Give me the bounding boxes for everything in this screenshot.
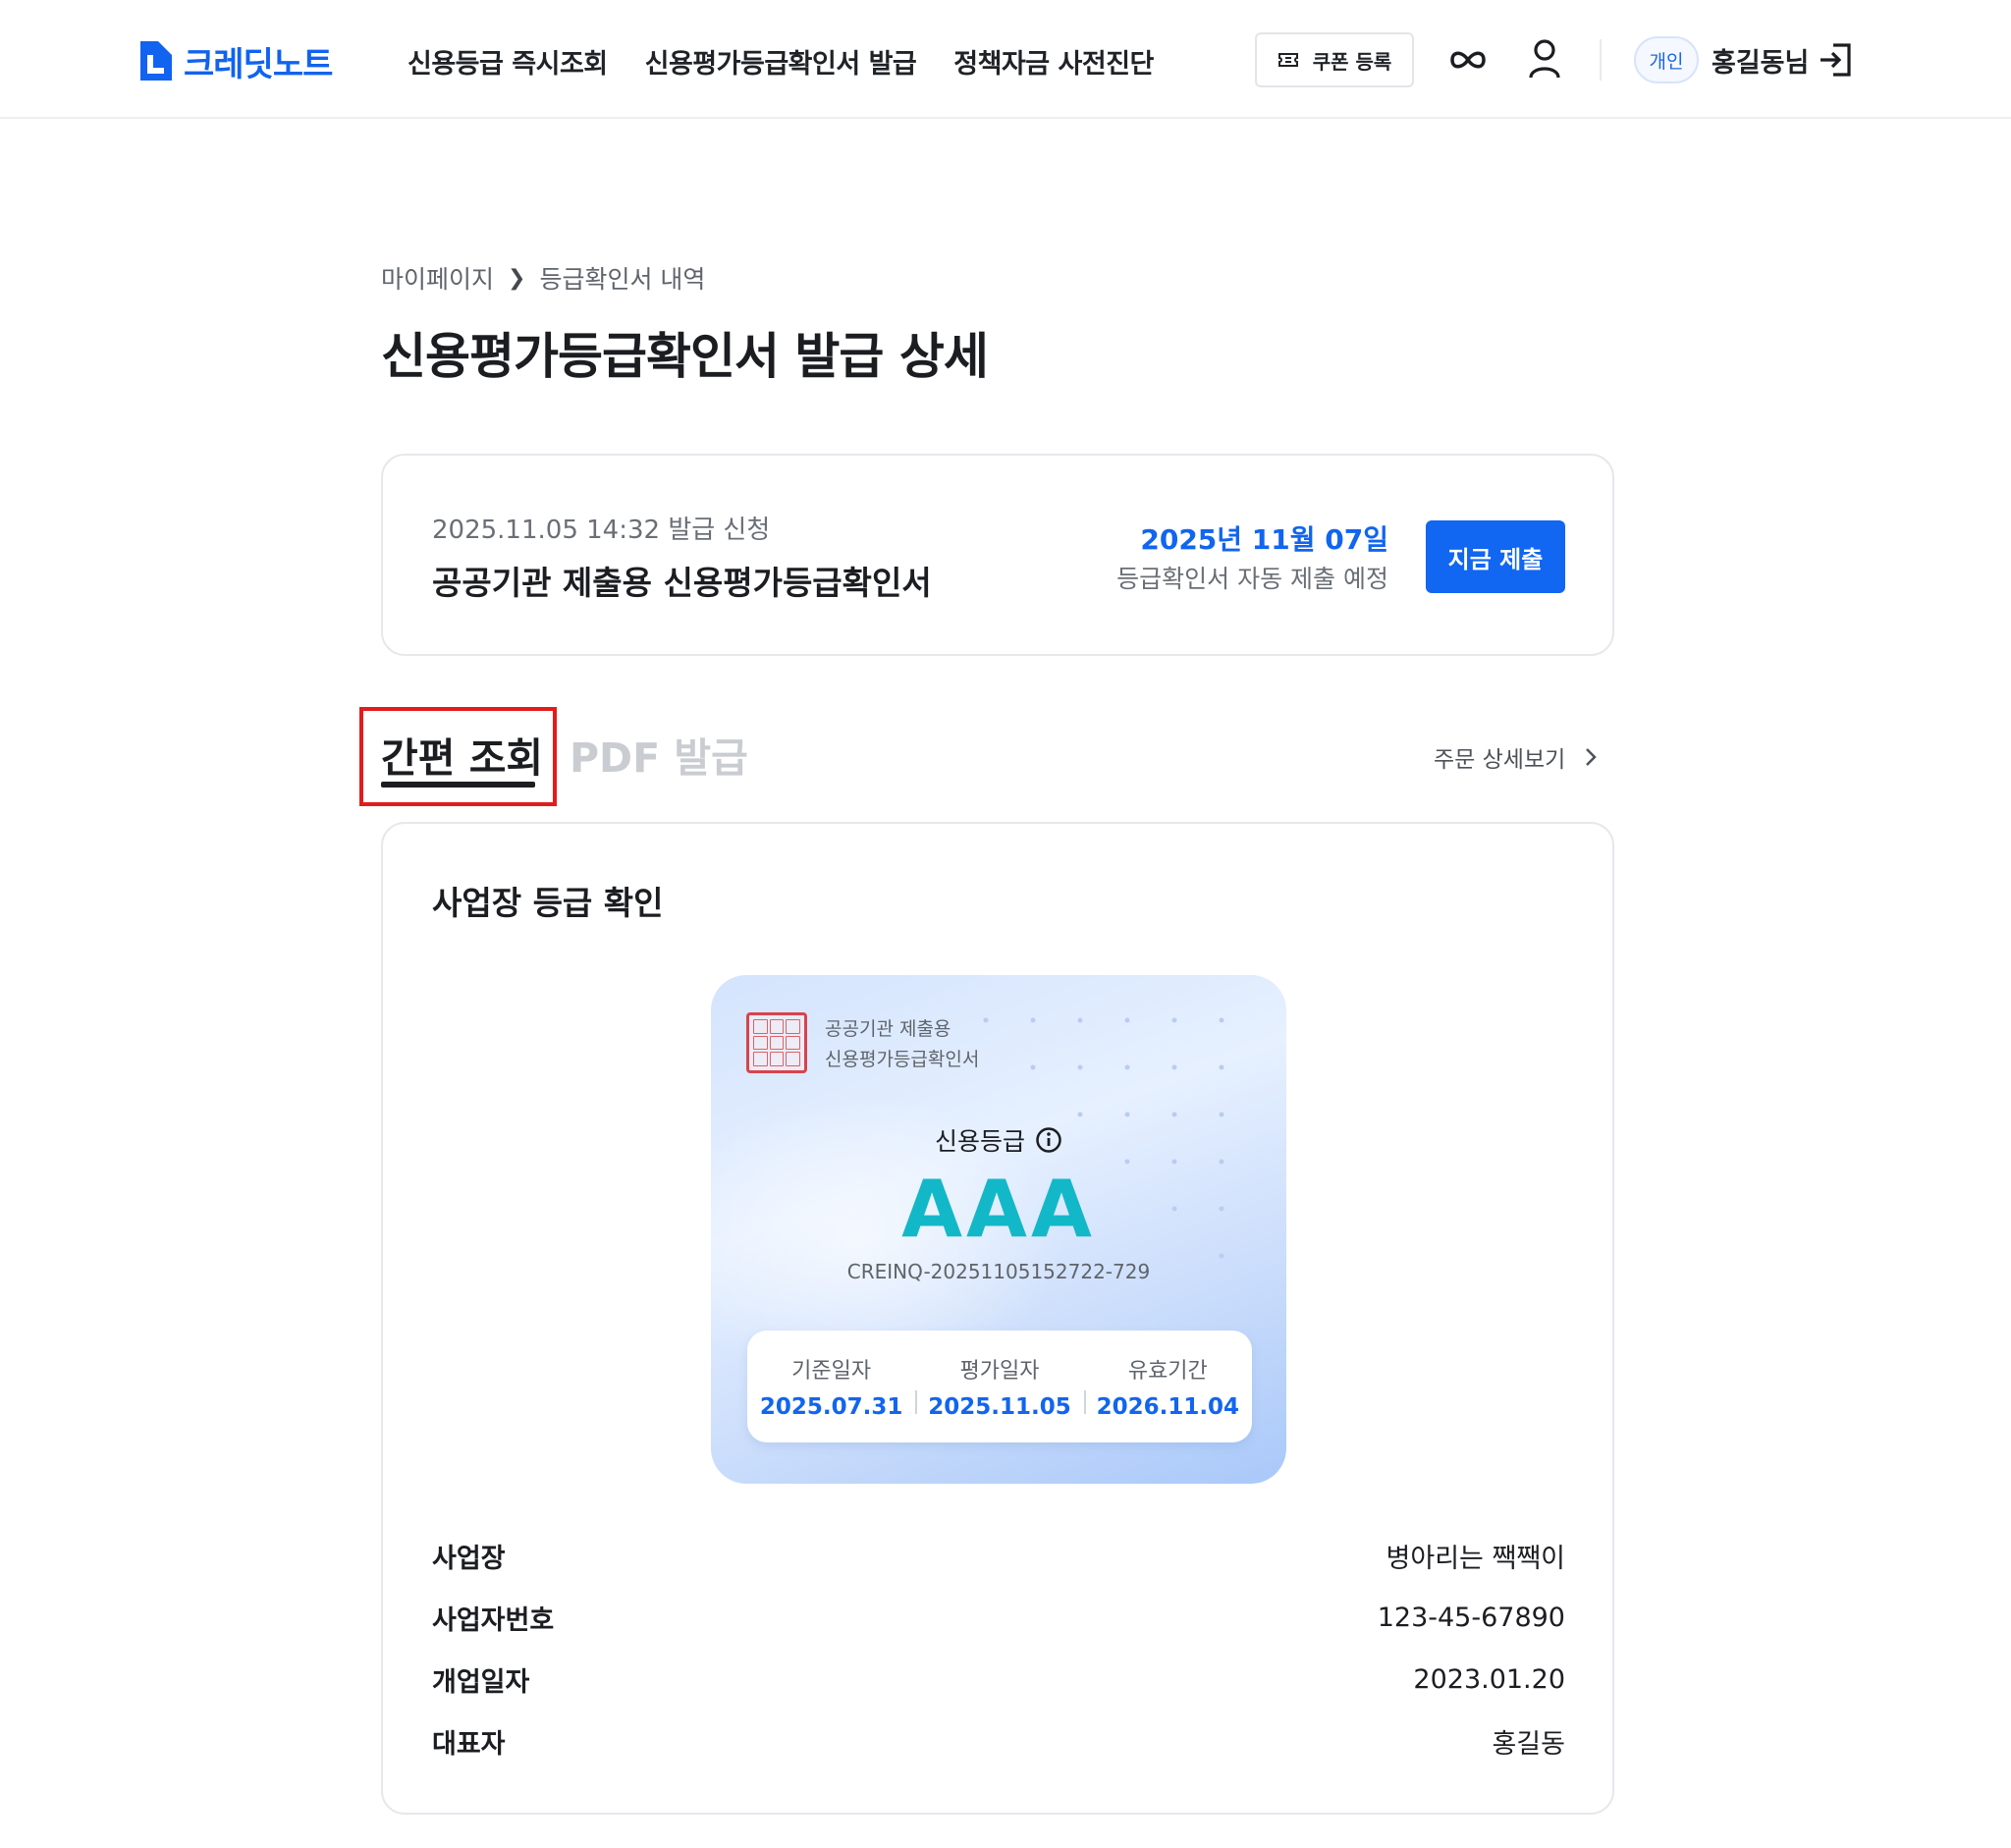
breadcrumb: 마이페이지 ❯ 등급확인서 내역 <box>381 260 705 296</box>
grade-label-text: 신용등급 <box>934 1127 1025 1156</box>
logo-text: 크레딧노트 <box>184 44 333 84</box>
info-row: 사업장 병아리는 짹짹이 <box>432 1536 1565 1575</box>
submit-now-button[interactable]: 지금 제출 <box>1426 520 1565 593</box>
section-title: 사업장 등급 확인 <box>432 884 664 922</box>
order-summary-card: 2025.11.05 14:32 발급 신청 공공기관 제출용 신용평가등급확인… <box>381 454 1614 656</box>
breadcrumb-history[interactable]: 등급확인서 내역 <box>539 260 705 296</box>
date-label: 유효기간 <box>1127 1359 1208 1384</box>
breadcrumb-mypage[interactable]: 마이페이지 <box>381 260 494 296</box>
info-label: 개업일자 <box>432 1666 530 1698</box>
grade-label: 신용등급 <box>711 1122 1286 1158</box>
info-value: 병아리는 짹짹이 <box>1386 1543 1565 1574</box>
header-divider <box>1600 39 1602 81</box>
date-value: 2026.11.04 <box>1096 1394 1240 1420</box>
info-value: 홍길동 <box>1492 1728 1565 1760</box>
coupon-button[interactable]: 쿠폰 등록 <box>1255 32 1414 87</box>
certificate-code: CREINQ-20251105152722-729 <box>846 1260 1151 1283</box>
highlight-box <box>359 707 557 806</box>
seal-icon <box>746 1012 807 1073</box>
ticket-icon <box>1277 53 1298 67</box>
date-value: 2025.11.05 <box>928 1394 1071 1420</box>
top-header: 크레딧노트 신용등급 즉시조회 신용평가등급확인서 발급 정책자금 사전진단 쿠… <box>0 0 2011 119</box>
date-value: 2025.07.31 <box>759 1394 903 1420</box>
tab-pdf-issue[interactable]: PDF 발급 <box>570 725 748 784</box>
info-value: 123-45-67890 <box>1377 1602 1565 1633</box>
user-icon[interactable] <box>1528 38 1561 80</box>
certificate-subtitle: 신용평가등급확인서 <box>825 1049 980 1070</box>
info-row: 개업일자 2023.01.20 <box>432 1659 1565 1699</box>
credit-grade: AAA <box>901 1164 1096 1255</box>
request-meta: 2025.11.05 14:32 발급 신청 <box>432 516 771 545</box>
auto-submit-date: 2025년 11월 07일 <box>1140 523 1388 556</box>
date-label: 기준일자 <box>791 1359 872 1384</box>
grade-detail-card: 사업장 등급 확인 공공기관 제출용 신용평가등급확인서 신용등급 AAA CR… <box>381 822 1614 1815</box>
date-item: 평가일자 2025.11.05 <box>915 1353 1083 1420</box>
info-row: 대표자 홍길동 <box>432 1721 1565 1761</box>
user-name[interactable]: 홍길동님 <box>1712 41 1809 80</box>
info-value: 2023.01.20 <box>1413 1663 1565 1695</box>
date-summary: 기준일자 2025.07.31 평가일자 2025.11.05 유효기간 202… <box>747 1331 1252 1442</box>
date-item: 기준일자 2025.07.31 <box>747 1353 915 1420</box>
logo-icon <box>140 41 172 81</box>
page-title: 신용평가등급확인서 발급 상세 <box>381 328 989 385</box>
main-nav: 신용등급 즉시조회 신용평가등급확인서 발급 정책자금 사전진단 <box>408 39 1191 82</box>
chevron-right-icon: ❯ <box>508 265 526 291</box>
nav-credit-inquiry[interactable]: 신용등급 즉시조회 <box>408 42 608 81</box>
nav-policy-fund[interactable]: 정책자금 사전진단 <box>953 42 1154 81</box>
product-name: 공공기관 제출용 신용평가등급확인서 <box>432 564 932 602</box>
nav-certificate-issue[interactable]: 신용평가등급확인서 발급 <box>645 42 917 81</box>
info-label: 대표자 <box>432 1728 506 1760</box>
info-label: 사업자번호 <box>432 1604 555 1636</box>
order-detail-label: 주문 상세보기 <box>1434 747 1566 773</box>
info-icon[interactable] <box>1035 1126 1062 1154</box>
coupon-label: 쿠폰 등록 <box>1312 49 1392 74</box>
logo[interactable]: 크레딧노트 <box>138 39 333 84</box>
logout-icon[interactable] <box>1818 42 1853 78</box>
info-row: 사업자번호 123-45-67890 <box>432 1598 1565 1637</box>
chevron-right-icon <box>1586 748 1598 766</box>
order-detail-link[interactable]: 주문 상세보기 <box>1434 742 1598 773</box>
user-type-badge: 개인 <box>1634 36 1699 83</box>
certificate-subtitle: 공공기관 제출용 <box>825 1018 951 1040</box>
info-label: 사업장 <box>432 1543 506 1574</box>
date-item: 유효기간 2026.11.04 <box>1083 1353 1252 1420</box>
grade-certificate: 공공기관 제출용 신용평가등급확인서 신용등급 AAA CREINQ-20251… <box>711 975 1286 1484</box>
auto-submit-desc: 등급확인서 자동 제출 예정 <box>1116 565 1388 593</box>
infinity-icon[interactable] <box>1448 43 1488 77</box>
date-label: 평가일자 <box>959 1359 1040 1384</box>
